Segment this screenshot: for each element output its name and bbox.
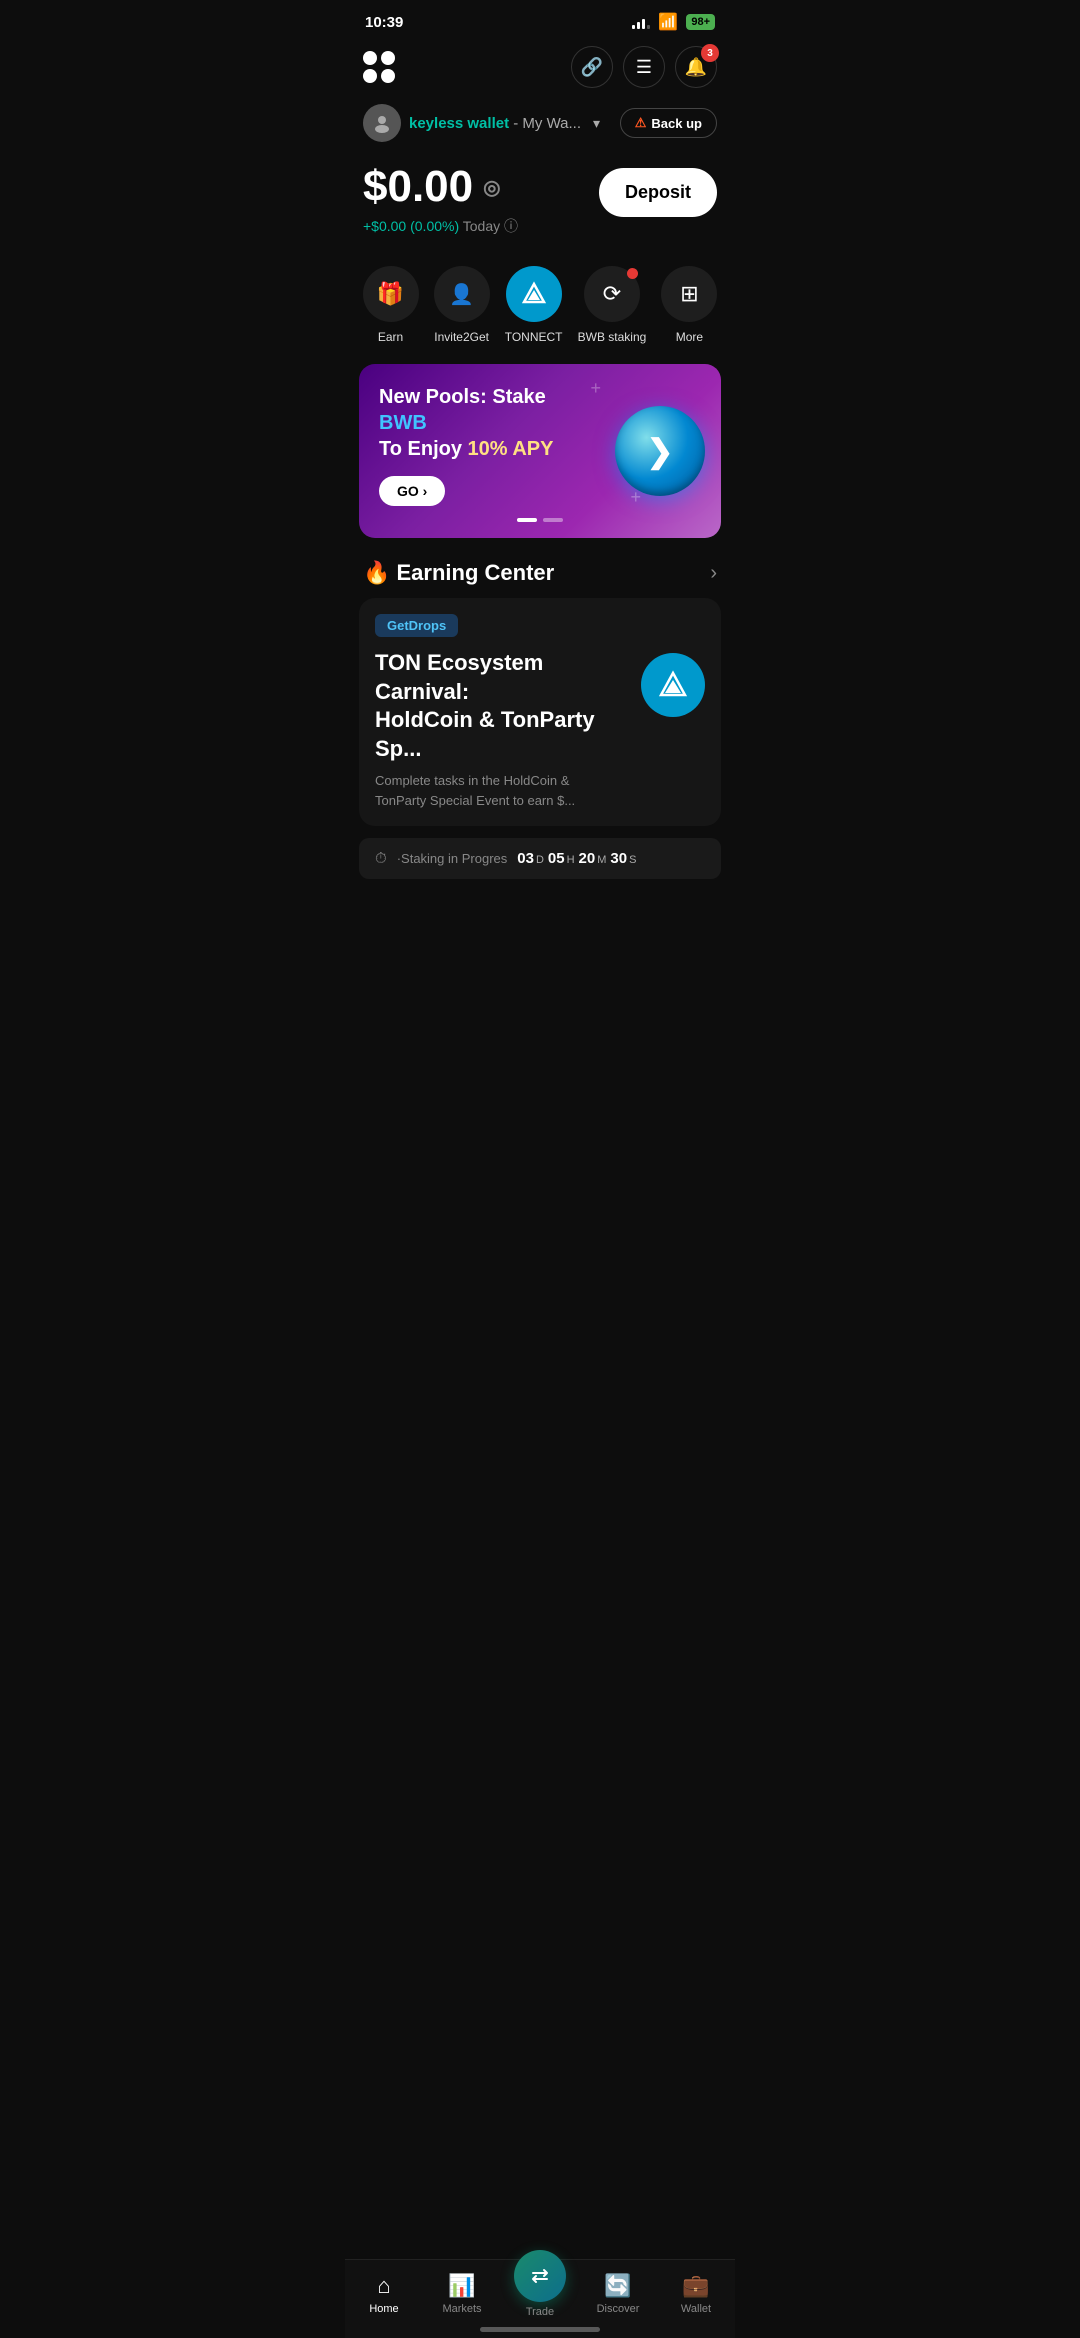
notification-badge: 3: [701, 44, 719, 62]
banner-go-button[interactable]: GO ›: [379, 476, 445, 506]
balance-left: $0.00 ◎ +$0.00 (0.00%) Today ⓘ: [363, 162, 518, 236]
action-bwb[interactable]: ⟳ BWB staking: [578, 266, 647, 344]
balance-section: $0.00 ◎ +$0.00 (0.00%) Today ⓘ Deposit: [345, 158, 735, 256]
bwb-label: BWB staking: [578, 330, 647, 344]
wallet-icon: 💼: [682, 2273, 709, 2299]
action-earn[interactable]: 🎁 Earn: [363, 266, 419, 344]
wifi-icon: 📶: [658, 12, 678, 32]
action-invite[interactable]: 👤 Invite2Get: [434, 266, 490, 344]
link-button[interactable]: 🔗: [571, 46, 613, 88]
nav-discover[interactable]: 🔄 Discover: [588, 2273, 648, 2315]
nav-wallet[interactable]: 💼 Wallet: [666, 2273, 726, 2315]
notification-button[interactable]: 🔔 3: [675, 46, 717, 88]
battery-indicator: 98+: [686, 14, 715, 30]
trade-circle: [514, 2250, 566, 2302]
decoration-plus-1: +: [590, 378, 601, 399]
quick-actions: 🎁 Earn 👤 Invite2Get TONNECT ⟳ BWB stakin…: [345, 256, 735, 344]
wallet-avatar: [363, 104, 401, 142]
action-tonnect[interactable]: TONNECT: [505, 266, 563, 344]
banner-coin-graphic: ❯: [615, 406, 705, 496]
more-icon-circle: ⊞: [661, 266, 717, 322]
tonnect-label: TONNECT: [505, 330, 563, 344]
coin-arrow-icon: ❯: [647, 432, 674, 470]
grid-icon: ⊞: [680, 281, 698, 307]
banner-title: New Pools: Stake BWB To Enjoy 10% APY: [379, 384, 556, 462]
wallet-header: keyless wallet - My Wa... ▾ ⚠ Back up: [345, 100, 735, 158]
staking-label: ·Staking in Progres: [397, 851, 508, 866]
invite-label: Invite2Get: [434, 330, 489, 344]
menu-button[interactable]: ☰: [623, 46, 665, 88]
timer-days: 03 D: [517, 850, 544, 867]
warning-icon: ⚠: [635, 115, 647, 131]
promo-banner[interactable]: New Pools: Stake BWB To Enjoy 10% APY GO…: [359, 364, 721, 538]
app-logo[interactable]: [363, 51, 399, 83]
status-time: 10:39: [365, 14, 403, 31]
timer-minutes: 20 M: [579, 850, 607, 867]
tonnect-logo-icon: [520, 280, 548, 308]
earning-center-arrow-icon[interactable]: ›: [710, 562, 717, 585]
banner-dot-2[interactable]: [543, 518, 563, 522]
earn-icon-circle: 🎁: [363, 266, 419, 322]
more-label: More: [676, 330, 703, 344]
nav-icons: 🔗 ☰ 🔔 3: [571, 46, 717, 88]
banner-dots: [379, 518, 701, 522]
bwb-notification-dot: [627, 268, 638, 279]
signal-icon: [632, 15, 650, 29]
menu-icon: ☰: [636, 57, 652, 78]
balance-change: +$0.00 (0.00%) Today ⓘ: [363, 216, 518, 236]
nav-trade[interactable]: Trade: [510, 2270, 570, 2318]
staking-timer: 03 D 05 H 20 M 30 S: [517, 850, 636, 867]
balance-amount: $0.00 ◎: [363, 162, 518, 212]
discover-icon: 🔄: [604, 2273, 631, 2299]
deposit-button[interactable]: Deposit: [599, 168, 717, 217]
timer-hours: 05 H: [548, 850, 575, 867]
markets-label: Markets: [442, 2303, 481, 2315]
nav-markets[interactable]: 📊 Markets: [432, 2273, 492, 2315]
bwb-staking-icon: ⟳: [603, 281, 621, 307]
banner-text: New Pools: Stake BWB To Enjoy 10% APY GO…: [379, 384, 556, 506]
person-add-icon: 👤: [449, 282, 474, 307]
balance-visibility-toggle[interactable]: ◎: [483, 175, 500, 200]
wallet-label: Wallet: [681, 2303, 711, 2315]
earn-label: Earn: [378, 330, 403, 344]
top-nav: 🔗 ☰ 🔔 3: [345, 38, 735, 100]
bwb-icon-circle: ⟳: [584, 266, 640, 322]
status-bar: 10:39 📶 98+: [345, 0, 735, 38]
card-description: Complete tasks in the HoldCoin &TonParty…: [375, 771, 629, 810]
wallet-chevron-icon: ▾: [593, 115, 600, 132]
timer-seconds: 30 S: [610, 850, 636, 867]
nav-home[interactable]: ⌂ Home: [354, 2273, 414, 2315]
getdrops-badge: GetDrops: [375, 614, 458, 637]
trade-label: Trade: [526, 2306, 554, 2318]
trade-swap-icon: [527, 2263, 553, 2289]
card-title: TON Ecosystem Carnival:HoldCoin & TonPar…: [375, 649, 629, 763]
home-label: Home: [369, 2303, 398, 2315]
tonnect-icon-circle: [506, 266, 562, 322]
home-icon: ⌂: [377, 2273, 390, 2299]
status-right: 📶 98+: [632, 12, 715, 32]
invite-icon-circle: 👤: [434, 266, 490, 322]
markets-icon: 📊: [448, 2273, 475, 2299]
card-tonnect-icon: [655, 667, 691, 703]
earning-card[interactable]: GetDrops TON Ecosystem Carnival:HoldCoin…: [359, 598, 721, 826]
card-content: TON Ecosystem Carnival:HoldCoin & TonPar…: [375, 649, 705, 810]
gift-icon: 🎁: [377, 281, 404, 307]
backup-button[interactable]: ⚠ Back up: [620, 108, 717, 138]
discover-label: Discover: [597, 2303, 640, 2315]
wallet-title-area[interactable]: keyless wallet - My Wa... ▾: [363, 104, 600, 142]
earning-center-title: 🔥 Earning Center: [363, 560, 554, 586]
action-more[interactable]: ⊞ More: [661, 266, 717, 344]
staking-progress-bar: ⏱ ·Staking in Progres 03 D 05 H 20 M 30 …: [359, 838, 721, 879]
card-text-area: TON Ecosystem Carnival:HoldCoin & TonPar…: [375, 649, 629, 810]
banner-dot-1[interactable]: [517, 518, 537, 522]
link-icon: 🔗: [581, 57, 603, 78]
earning-center-header: 🔥 Earning Center ›: [345, 538, 735, 598]
decoration-plus-2: +: [630, 487, 641, 508]
home-indicator: [480, 2327, 600, 2332]
wallet-name: keyless wallet - My Wa...: [409, 115, 581, 132]
card-icon-circle: [641, 653, 705, 717]
staking-icon: ⏱: [375, 850, 387, 867]
